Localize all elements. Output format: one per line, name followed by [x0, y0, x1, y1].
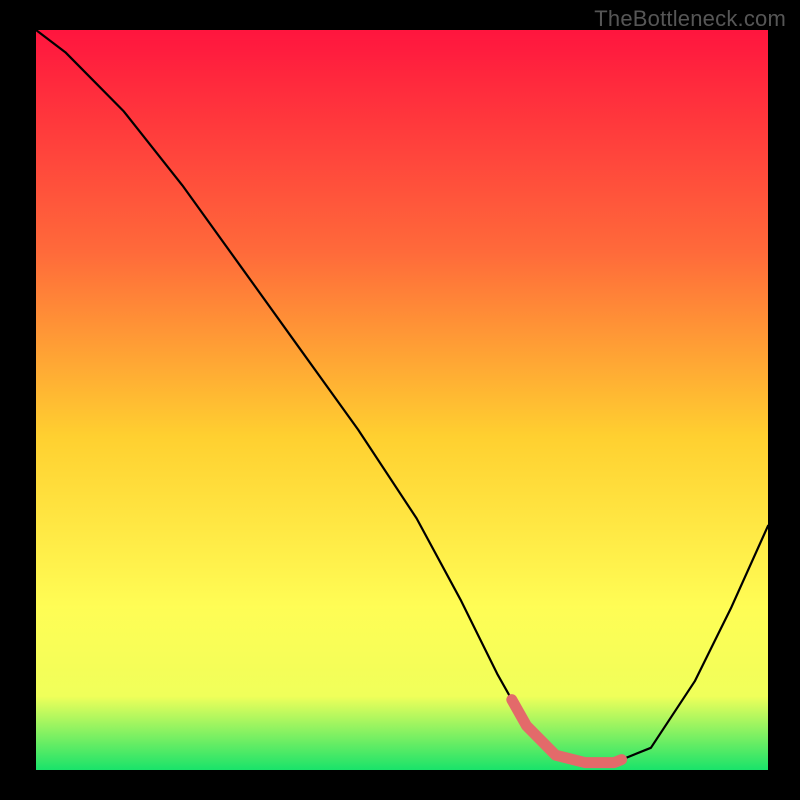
bottleneck-chart: [0, 0, 800, 800]
gradient-background: [36, 30, 768, 770]
chart-frame: TheBottleneck.com: [0, 0, 800, 800]
